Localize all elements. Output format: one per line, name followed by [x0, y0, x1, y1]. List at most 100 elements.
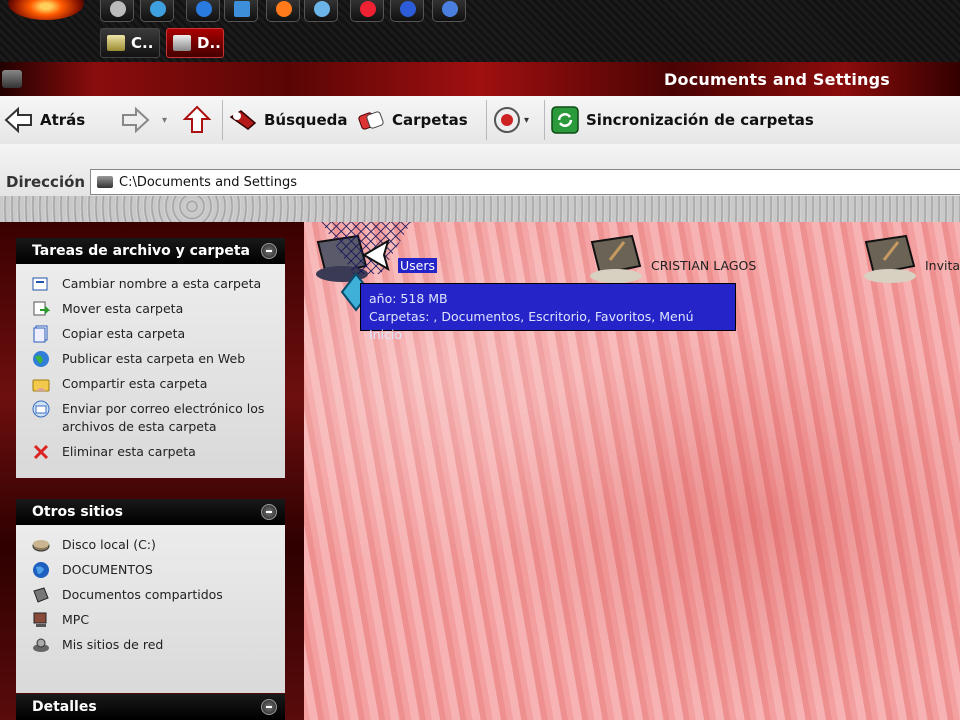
quicklaunch-ie-icon[interactable]: [186, 0, 220, 22]
window-title: Documents and Settings: [664, 70, 890, 89]
up-button[interactable]: [182, 103, 218, 137]
quicklaunch-disc-icon[interactable]: [390, 0, 424, 22]
email-icon: [32, 400, 50, 418]
collapse-icon[interactable]: [261, 504, 277, 520]
folder-address-icon: [97, 176, 113, 188]
place-label: Disco local (C:): [62, 537, 156, 552]
task-label: Copiar esta carpeta: [62, 326, 186, 341]
task-copy-folder[interactable]: Copiar esta carpeta: [16, 325, 285, 343]
folder-item-invita[interactable]: Invita: [860, 230, 960, 290]
views-icon: [494, 107, 520, 133]
quicklaunch-media-icon[interactable]: [350, 0, 384, 22]
place-shared-documents[interactable]: Documentos compartidos: [16, 586, 285, 604]
views-button[interactable]: ▾: [492, 103, 529, 137]
toolbar-separator: [544, 100, 545, 140]
globe-icon: [33, 351, 49, 367]
quicklaunch-browser-icon[interactable]: [140, 0, 174, 22]
address-value: C:\Documents and Settings: [119, 175, 298, 190]
folder-label: CRISTIAN LAGOS: [651, 258, 757, 273]
move-icon: [33, 301, 50, 316]
task-label: Enviar por correo electrónico los archiv…: [62, 401, 265, 434]
task-share-folder[interactable]: Compartir esta carpeta: [16, 375, 285, 393]
other-places-title: Otros sitios: [32, 504, 123, 520]
forward-dropdown-arrow-icon[interactable]: ▾: [162, 103, 167, 137]
details-title: Detalles: [32, 699, 97, 715]
mouse-cursor-icon: [362, 238, 390, 272]
notepad-icon: [107, 35, 125, 51]
quicklaunch-desktop-icon[interactable]: [100, 0, 134, 22]
task-rename-folder[interactable]: Cambiar nombre a esta carpeta: [16, 275, 285, 293]
quicklaunch-firefox-icon[interactable]: [266, 0, 300, 22]
search-label: Búsqueda: [264, 111, 348, 129]
back-label: Atrás: [40, 111, 86, 129]
forward-button[interactable]: [120, 103, 156, 137]
place-label: Documentos compartidos: [62, 587, 223, 602]
task-email-files[interactable]: Enviar por correo electrónico los archiv…: [16, 400, 285, 436]
place-label: Mis sitios de red: [62, 637, 164, 652]
folders-icon: [358, 111, 384, 130]
task-publish-web[interactable]: Publicar esta carpeta en Web: [16, 350, 285, 368]
hard-disk-icon: [32, 540, 50, 552]
task-delete-folder[interactable]: Eliminar esta carpeta: [16, 443, 285, 461]
address-label: Dirección: [6, 173, 86, 191]
search-icon: [229, 110, 257, 130]
forward-arrow-icon: [122, 106, 150, 134]
task-label: C..: [131, 34, 154, 52]
quicklaunch-explorer-icon[interactable]: [304, 0, 338, 22]
back-arrow-icon: [4, 106, 32, 134]
start-orb-icon[interactable]: [8, 0, 84, 20]
folder-label: Invita: [925, 258, 960, 273]
task-move-folder[interactable]: Mover esta carpeta: [16, 300, 285, 318]
folder-icon: [864, 234, 916, 283]
file-folder-tasks-title: Tareas de archivo y carpeta: [32, 243, 250, 259]
task-label: D..: [197, 34, 221, 52]
folder-content-area[interactable]: Users CRISTIAN LAGOS Invita año: 518 MB …: [304, 222, 960, 720]
folders-button[interactable]: Carpetas: [356, 103, 468, 137]
taskbar: C.. D..: [0, 0, 960, 62]
place-local-disk[interactable]: Disco local (C:): [16, 536, 285, 554]
place-mpc[interactable]: MPC: [16, 611, 285, 629]
quicklaunch-monitor-icon[interactable]: [224, 0, 258, 22]
task-label: Eliminar esta carpeta: [62, 444, 196, 459]
folder-tooltip: año: 518 MB Carpetas: , Documentos, Escr…: [360, 283, 736, 342]
toolbar-separator: [486, 100, 487, 140]
collapse-icon[interactable]: [261, 243, 277, 259]
folder-item-cristian-lagos[interactable]: CRISTIAN LAGOS: [586, 230, 786, 290]
file-folder-tasks-box: Tareas de archivo y carpeta Cambiar nomb…: [16, 238, 285, 478]
toolbar-separator: [222, 100, 223, 140]
share-folder-icon: [32, 379, 50, 392]
back-button[interactable]: Atrás: [4, 103, 85, 137]
network-icon: [33, 638, 49, 652]
quicklaunch-help-icon[interactable]: [432, 0, 466, 22]
other-places-header[interactable]: Otros sitios: [16, 499, 285, 525]
system-menu-icon[interactable]: [2, 70, 22, 88]
decorative-strip: [0, 196, 960, 222]
up-arrow-icon: [182, 105, 212, 133]
collapse-icon[interactable]: [261, 699, 277, 715]
folder-sync-button[interactable]: Sincronización de carpetas: [550, 103, 814, 137]
toolbar: Atrás ▾ Búsqueda Carpetas ▾ Sincronizaci…: [0, 96, 960, 144]
folders-label: Carpetas: [392, 111, 468, 129]
search-button[interactable]: Búsqueda: [228, 103, 348, 137]
place-label: MPC: [62, 612, 90, 627]
copy-icon: [33, 325, 48, 343]
sync-label: Sincronización de carpetas: [586, 111, 814, 129]
address-input[interactable]: C:\Documents and Settings: [90, 169, 960, 195]
task-label: Mover esta carpeta: [62, 301, 184, 316]
folder-label: Users: [398, 258, 438, 273]
place-label: DOCUMENTOS: [62, 562, 153, 577]
task-pane: Tareas de archivo y carpeta Cambiar nomb…: [0, 222, 304, 720]
details-header[interactable]: Detalles: [16, 694, 285, 720]
folder-icon: [590, 234, 642, 283]
task-label: Publicar esta carpeta en Web: [62, 351, 246, 366]
tooltip-size-line: año: 518 MB: [369, 291, 448, 306]
file-folder-tasks-header[interactable]: Tareas de archivo y carpeta: [16, 238, 285, 264]
window-titlebar[interactable]: Documents and Settings: [0, 62, 960, 96]
taskbar-button-d[interactable]: D..: [166, 28, 224, 58]
tooltip-folders-line: Carpetas: , Documentos, Escritorio, Favo…: [369, 309, 694, 342]
taskbar-button-c[interactable]: C..: [100, 28, 160, 58]
delete-x-icon: [33, 444, 49, 460]
task-label: Cambiar nombre a esta carpeta: [62, 276, 262, 291]
place-network[interactable]: Mis sitios de red: [16, 636, 285, 654]
place-documentos[interactable]: DOCUMENTOS: [16, 561, 285, 579]
